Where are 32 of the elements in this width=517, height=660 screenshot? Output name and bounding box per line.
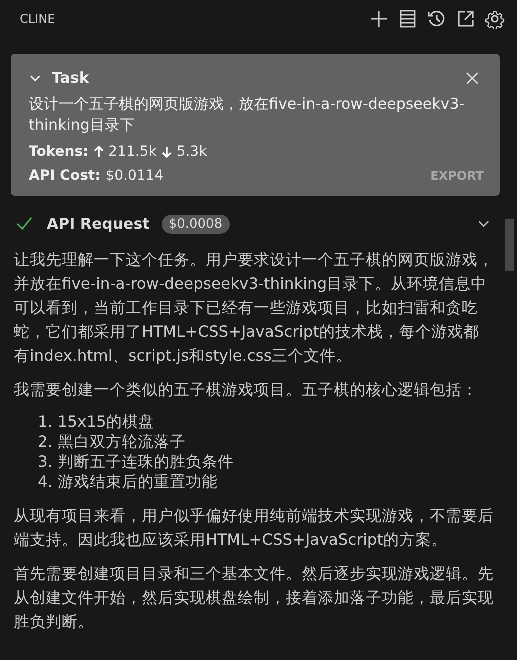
- history-icon[interactable]: [427, 9, 447, 29]
- scrollbar-thumb[interactable]: [505, 219, 514, 271]
- list-number: 1.: [38, 412, 53, 432]
- settings-icon[interactable]: [485, 9, 505, 29]
- message-paragraph: 我需要创建一个类似的五子棋游戏项目。五子棋的核心逻辑包括：: [14, 380, 479, 401]
- message-paragraph: 首先需要创建项目目录和三个基本文件。然后逐步实现游戏逻辑。先从创建文件开始，然后实现棋盘绘制，接着添加落子功能，最后实现胜负判断。: [14, 564, 494, 633]
- external-link-icon[interactable]: [456, 9, 476, 29]
- server-icon[interactable]: [398, 9, 418, 29]
- list-number: 2.: [38, 432, 53, 452]
- list-item-text: 15x15的棋盘: [58, 412, 154, 432]
- api-cost-value: $0.0114: [106, 168, 164, 184]
- list-item-text: 判断五子连珠的胜负条件: [58, 452, 234, 472]
- message-paragraph: 让我先理解一下这个任务。用户要求设计一个五子棋的网页版游戏，并放在five-in-a-row-deepseekv3-thinking目录下。从环境信息中可以看到，当前工作目录下已经有一些游戏项目，比如扫雷和贪吃蛇，它们都采用了HTML+CSS+JavaScript的技术栈，每个游戏都有index.html、script.js和style.css三个文件。: [14, 250, 494, 367]
- export-button[interactable]: EXPORT: [430, 169, 484, 183]
- task-description: 设计一个五子棋的网页版游戏，放在five-in-a-row-deepseekv3-thinking目录下: [29, 94, 466, 136]
- api-cost-label: API Cost:: [29, 168, 101, 184]
- panel-title: CLINE: [20, 12, 56, 26]
- tokens-out: 5.3k: [176, 144, 208, 160]
- list-item-text: 黑白双方轮流落子: [58, 432, 186, 452]
- arrow-down-icon: [162, 146, 172, 158]
- request-title: API Request: [47, 215, 150, 233]
- list-item-text: 游戏结束后的重置功能: [58, 472, 218, 492]
- arrow-up-icon: [94, 146, 104, 158]
- list-number: 4.: [38, 472, 53, 492]
- message-paragraph: 从现有项目来看，用户似乎偏好使用纯前端技术实现游戏，不需要后端支持。因此我也应该采用HTML+CSS+JavaScript的方案。: [14, 506, 494, 551]
- cost-badge: $0.0008: [162, 214, 230, 234]
- plus-icon[interactable]: [369, 9, 389, 29]
- tokens-in: 211.5k: [108, 144, 157, 160]
- close-icon[interactable]: [466, 72, 479, 84]
- task-title: Task: [52, 69, 90, 87]
- list-number: 3.: [38, 452, 53, 472]
- tokens-label: Tokens:: [29, 144, 89, 160]
